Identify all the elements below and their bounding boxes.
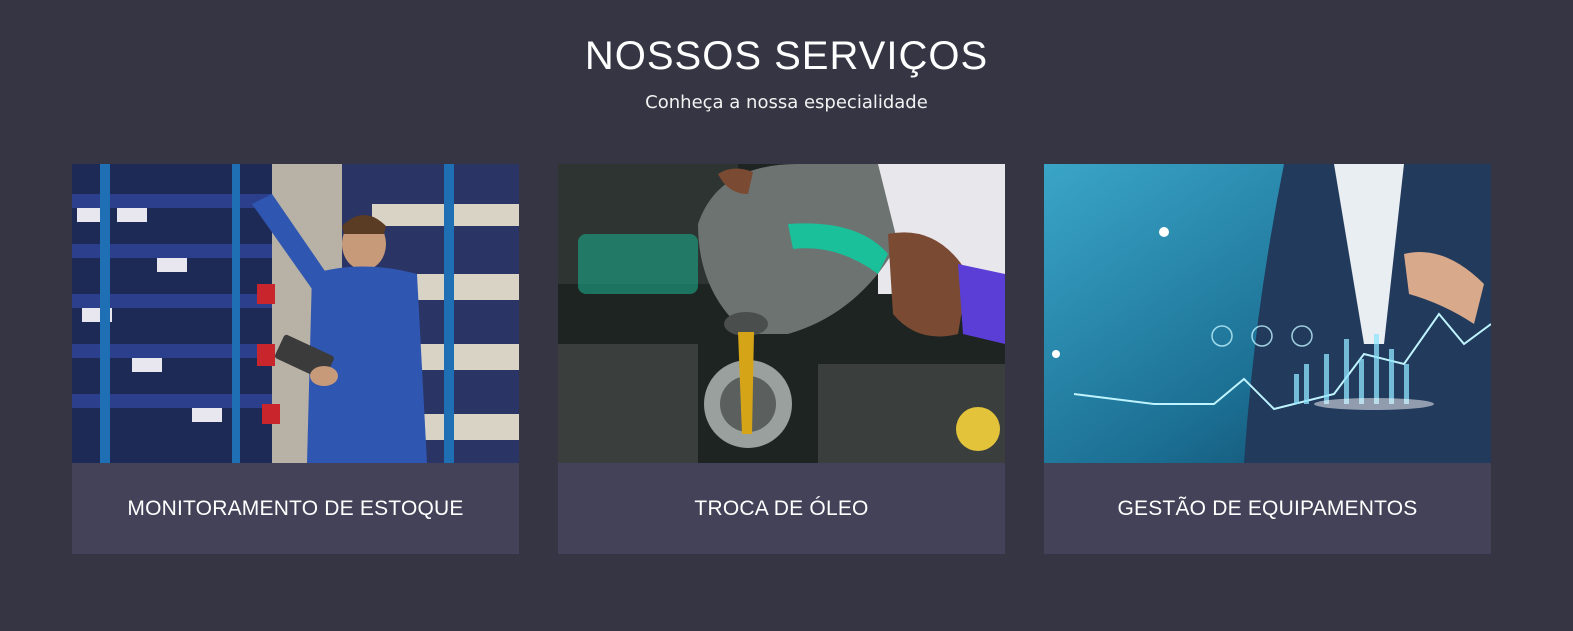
service-card-equipment[interactable]: GESTÃO DE EQUIPAMENTOS (1044, 164, 1491, 554)
section-title: NOSSOS SERVIÇOS (584, 34, 989, 78)
service-card-oil-change[interactable]: TROCA DE ÓLEO (558, 164, 1005, 554)
oil-change-photo (558, 164, 1005, 463)
section-subtitle: Conheça a nossa especialidade (645, 92, 928, 113)
service-label: GESTÃO DE EQUIPAMENTOS (1117, 496, 1418, 520)
service-card-inventory[interactable]: MONITORAMENTO DE ESTOQUE (72, 164, 519, 554)
service-label: TROCA DE ÓLEO (694, 496, 869, 520)
warehouse-inventory-photo (72, 164, 519, 463)
equipment-analytics-photo (1044, 164, 1491, 463)
service-label: MONITORAMENTO DE ESTOQUE (127, 496, 464, 520)
services-section: NOSSOS SERVIÇOS Conheça a nossa especial… (0, 0, 1573, 631)
